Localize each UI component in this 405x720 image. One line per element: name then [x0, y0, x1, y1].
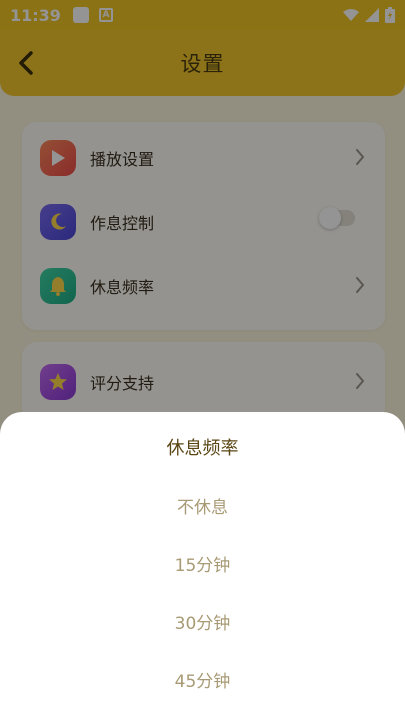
sheet-option-45min[interactable]: 45分钟: [0, 660, 405, 704]
rest-frequency-sheet: 休息频率 不休息 15分钟 30分钟 45分钟: [0, 412, 405, 720]
sheet-option-15min[interactable]: 15分钟: [0, 544, 405, 588]
screen: 11:39 A 设置 播放设置 作息控制 休息频率 评分支持 休息频率 不休息 …: [0, 0, 405, 720]
sheet-title: 休息频率: [166, 438, 239, 459]
sheet-option-no-rest[interactable]: 不休息: [0, 486, 405, 530]
sheet-option-30min[interactable]: 30分钟: [0, 602, 405, 646]
